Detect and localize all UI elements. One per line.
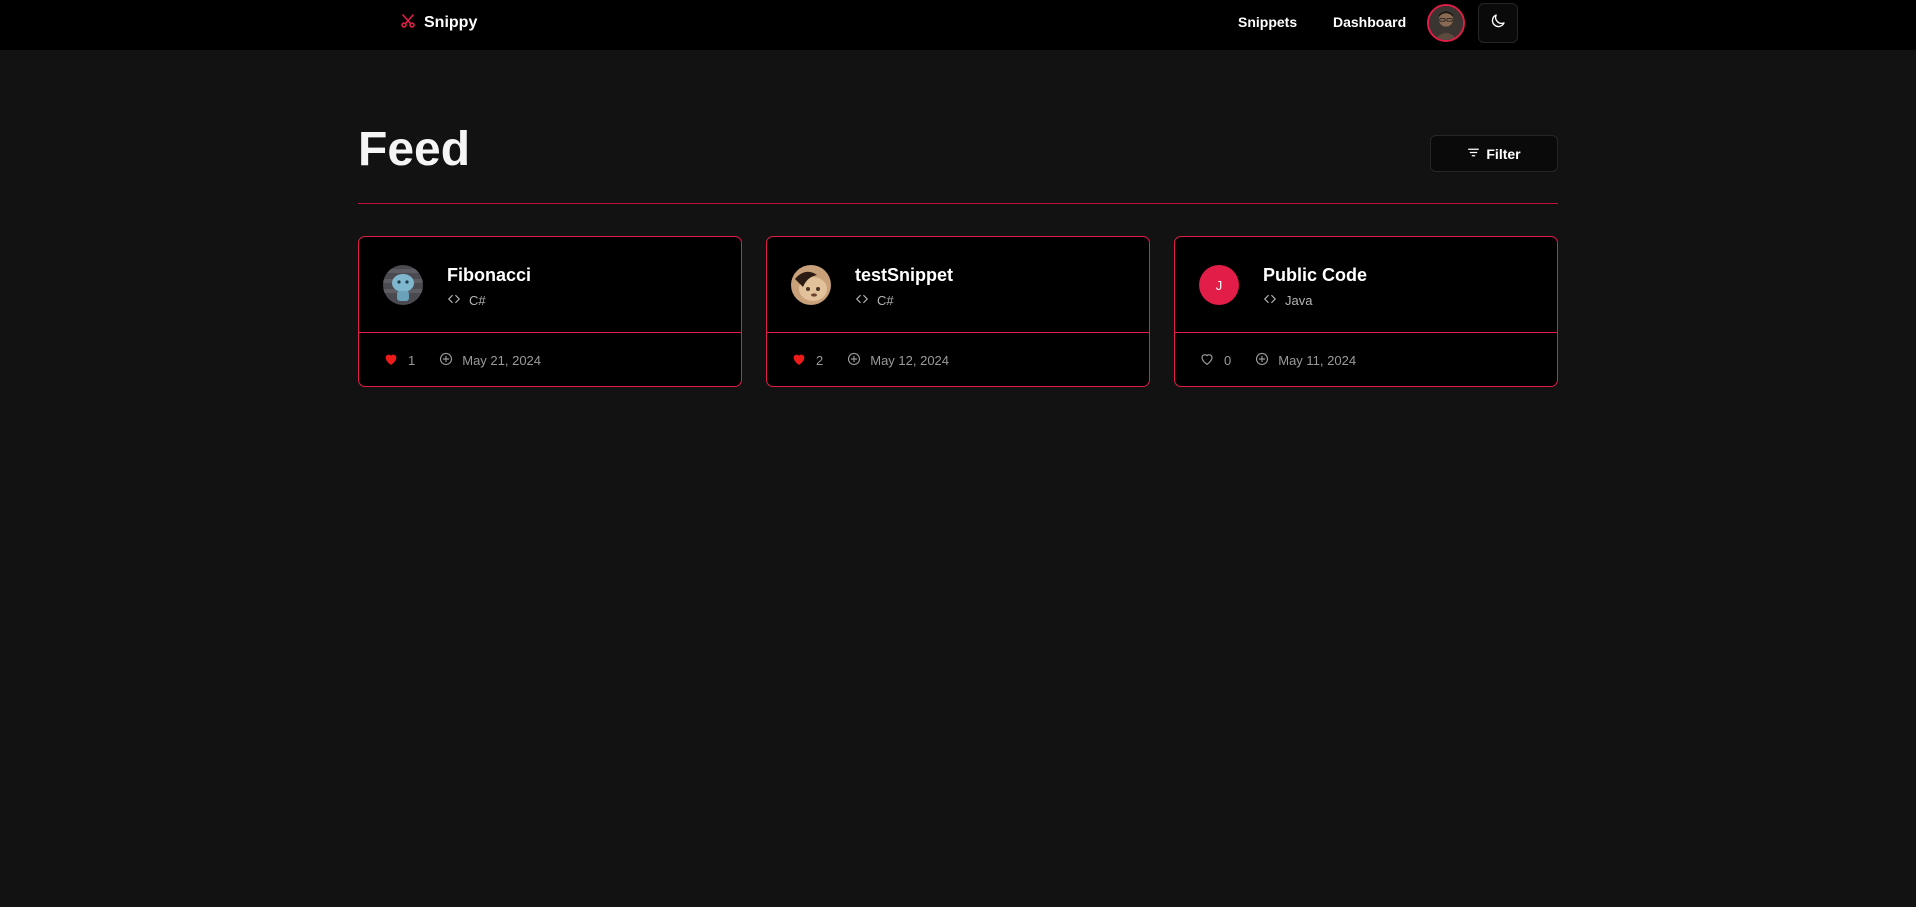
snippet-title: Public Code xyxy=(1263,265,1368,285)
scissors-icon xyxy=(400,13,416,34)
like-count: 1 xyxy=(408,353,416,368)
language-label: C# xyxy=(469,293,486,308)
created-date: May 12, 2024 xyxy=(847,352,949,369)
date-text: May 21, 2024 xyxy=(462,353,542,368)
avatar-initial: J xyxy=(1215,277,1223,293)
card-footer: 2 May 12, 2024 xyxy=(791,351,949,370)
card-header: J Public Code Java xyxy=(1175,237,1557,333)
date-text: May 11, 2024 xyxy=(1278,353,1357,368)
snippet-language: Java xyxy=(1263,292,1312,309)
filter-label: Filter xyxy=(1486,145,1521,162)
header-divider xyxy=(358,203,1558,204)
like-count: 2 xyxy=(816,353,824,368)
card-header: testSnippet C# xyxy=(767,237,1149,333)
page-title: Feed xyxy=(358,123,471,176)
like-button[interactable]: 0 xyxy=(1199,351,1231,370)
like-count: 0 xyxy=(1224,353,1232,368)
filter-button[interactable]: Filter xyxy=(1430,135,1558,172)
moon-icon xyxy=(1489,12,1507,35)
plus-circle-icon xyxy=(439,352,453,369)
plus-circle-icon xyxy=(1255,352,1269,369)
heart-filled-icon xyxy=(791,351,807,370)
date-text: May 12, 2024 xyxy=(870,353,950,368)
snippet-card[interactable]: J Public Code Java 0 May 11, 2024 xyxy=(1174,236,1558,387)
snippet-language: C# xyxy=(447,292,486,309)
user-avatar[interactable] xyxy=(1427,4,1465,42)
code-icon xyxy=(1263,292,1277,309)
nav-snippets-link[interactable]: Snippets xyxy=(1238,14,1297,30)
brand-name: Snippy xyxy=(424,14,478,31)
brand-link[interactable]: Snippy xyxy=(400,12,477,34)
heart-filled-icon xyxy=(383,351,399,370)
snippet-language: C# xyxy=(855,292,894,309)
card-header: Fibonacci C# xyxy=(359,237,741,333)
snippet-card[interactable]: testSnippet C# 2 May 12, 2024 xyxy=(766,236,1150,387)
theme-toggle-button[interactable] xyxy=(1478,3,1518,43)
code-icon xyxy=(855,292,869,309)
nav-dashboard-link[interactable]: Dashboard xyxy=(1333,14,1406,30)
plus-circle-icon xyxy=(847,352,861,369)
author-avatar xyxy=(791,265,831,305)
language-label: C# xyxy=(877,293,894,308)
author-avatar xyxy=(383,265,423,305)
card-footer: 0 May 11, 2024 xyxy=(1199,351,1356,370)
code-icon xyxy=(447,292,461,309)
snippet-card[interactable]: Fibonacci C# 1 May 21, 2024 xyxy=(358,236,742,387)
like-button[interactable]: 2 xyxy=(791,351,823,370)
language-label: Java xyxy=(1285,293,1313,308)
created-date: May 11, 2024 xyxy=(1255,352,1356,369)
heart-outline-icon xyxy=(1199,351,1215,370)
created-date: May 21, 2024 xyxy=(439,352,541,369)
author-avatar: J xyxy=(1199,265,1239,305)
like-button[interactable]: 1 xyxy=(383,351,415,370)
top-navbar: Snippy Snippets Dashboard xyxy=(0,0,1916,50)
snippet-title: testSnippet xyxy=(855,265,954,285)
card-footer: 1 May 21, 2024 xyxy=(383,351,541,370)
snippet-title: Fibonacci xyxy=(447,265,532,285)
filter-lines-icon xyxy=(1467,146,1480,162)
